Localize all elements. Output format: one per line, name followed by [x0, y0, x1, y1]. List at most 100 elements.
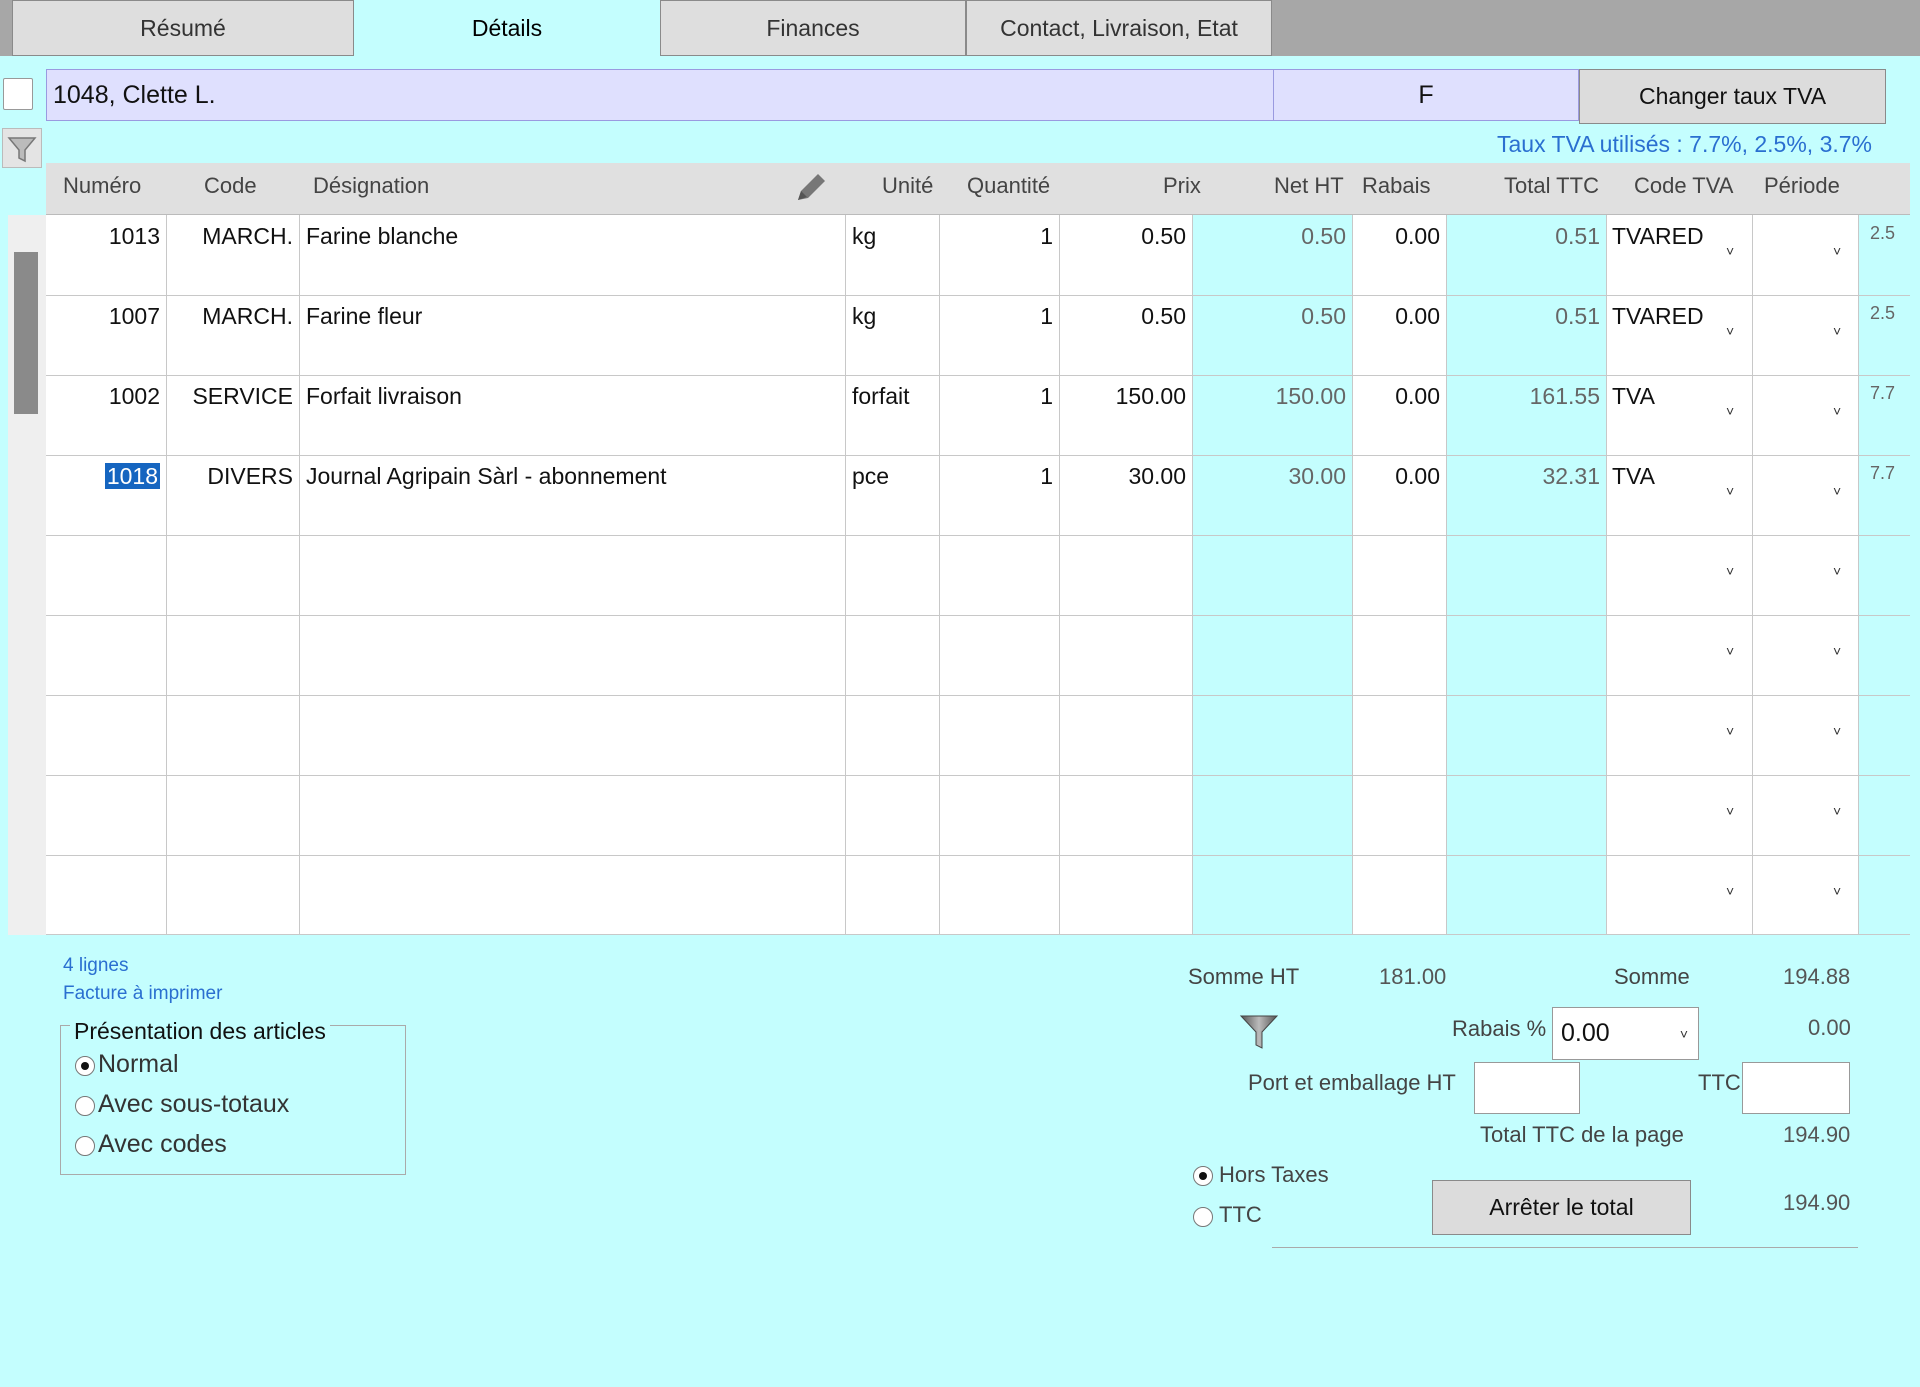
- tab-resume[interactable]: Résumé: [12, 0, 354, 56]
- port-label: Port et emballage HT: [1248, 1070, 1456, 1095]
- client-field[interactable]: 1048, Clette L.: [46, 69, 1274, 121]
- tab-contact[interactable]: Contact, Livraison, Etat: [966, 0, 1272, 56]
- somme-label: Somme: [1614, 964, 1690, 989]
- cell-quantite[interactable]: 1: [939, 303, 1053, 330]
- cell-rabais[interactable]: 0.00: [1352, 463, 1440, 490]
- col-total-ttc[interactable]: Total TTC: [1504, 173, 1599, 199]
- code-tva-dropdown[interactable]: ˅: [1726, 323, 1734, 339]
- cell-net-ht: 0.50: [1301, 223, 1346, 249]
- cell-code-tva[interactable]: TVARED: [1612, 223, 1704, 250]
- cell-prix[interactable]: 0.50: [1059, 303, 1186, 330]
- tab-label: Finances: [766, 14, 860, 41]
- radio-normal[interactable]: [75, 1056, 95, 1076]
- rabais-select[interactable]: 0.00 ˅: [1552, 1007, 1699, 1060]
- code-tva-dropdown[interactable]: ˅: [1726, 403, 1734, 419]
- radio-label[interactable]: Avec sous-totaux: [98, 1090, 289, 1119]
- periode-dropdown[interactable]: ˅: [1833, 643, 1841, 659]
- cell-code-tva[interactable]: TVARED: [1612, 303, 1704, 330]
- select-checkbox[interactable]: [3, 78, 33, 110]
- radio-label[interactable]: Normal: [98, 1050, 179, 1079]
- cell-numero[interactable]: 1018: [46, 463, 160, 490]
- cell-designation[interactable]: Farine fleur: [306, 303, 422, 330]
- cell-code[interactable]: MARCH.: [166, 223, 293, 250]
- cell-numero[interactable]: 1007: [46, 303, 160, 330]
- cell-numero[interactable]: 1002: [46, 383, 160, 410]
- periode-dropdown[interactable]: ˅: [1833, 403, 1841, 419]
- radio-label[interactable]: Avec codes: [98, 1130, 227, 1159]
- cell-code[interactable]: DIVERS: [166, 463, 293, 490]
- cell-code-tva[interactable]: TVA: [1612, 463, 1655, 490]
- stop-total-button[interactable]: Arrêter le total: [1432, 1180, 1691, 1235]
- funnel-icon[interactable]: [1237, 1010, 1281, 1054]
- cell-unite[interactable]: kg: [852, 303, 876, 330]
- cell-quantite[interactable]: 1: [939, 383, 1053, 410]
- col-quantite[interactable]: Quantité: [967, 173, 1050, 199]
- col-designation[interactable]: Désignation: [313, 173, 429, 199]
- radio-subtotals[interactable]: [75, 1096, 95, 1116]
- selected-text: 1018: [104, 463, 160, 489]
- cell-designation[interactable]: Farine blanche: [306, 223, 458, 250]
- ttc-input[interactable]: [1742, 1062, 1850, 1114]
- scrollbar-thumb[interactable]: [14, 252, 38, 414]
- filter-button[interactable]: [2, 128, 42, 168]
- col-net-ht[interactable]: Net HT: [1274, 173, 1344, 199]
- periode-dropdown[interactable]: ˅: [1833, 243, 1841, 259]
- cell-quantite[interactable]: 1: [939, 463, 1053, 490]
- cell-quantite[interactable]: 1: [939, 223, 1053, 250]
- periode-dropdown[interactable]: ˅: [1833, 323, 1841, 339]
- periode-dropdown[interactable]: ˅: [1833, 723, 1841, 739]
- cell-prix[interactable]: 150.00: [1059, 383, 1186, 410]
- tab-details[interactable]: Détails: [354, 0, 660, 60]
- periode-dropdown[interactable]: ˅: [1833, 483, 1841, 499]
- cell-prix[interactable]: 0.50: [1059, 223, 1186, 250]
- col-code[interactable]: Code: [204, 173, 257, 199]
- cell-unite[interactable]: forfait: [852, 383, 910, 410]
- radio-label[interactable]: Hors Taxes: [1219, 1162, 1329, 1188]
- periode-dropdown[interactable]: ˅: [1833, 563, 1841, 579]
- row-separator: [46, 615, 1910, 616]
- col-unite[interactable]: Unité: [882, 173, 933, 199]
- cell-rabais[interactable]: 0.00: [1352, 303, 1440, 330]
- periode-dropdown[interactable]: ˅: [1833, 803, 1841, 819]
- code-tva-dropdown[interactable]: ˅: [1726, 483, 1734, 499]
- document-type-field[interactable]: F: [1273, 69, 1579, 121]
- change-vat-button[interactable]: Changer taux TVA: [1579, 69, 1886, 124]
- cell-unite[interactable]: pce: [852, 463, 889, 490]
- code-tva-dropdown[interactable]: ˅: [1726, 883, 1734, 899]
- pencil-icon[interactable]: [792, 168, 832, 208]
- col-periode[interactable]: Période: [1764, 173, 1840, 199]
- code-tva-dropdown[interactable]: ˅: [1726, 243, 1734, 259]
- radio-hors-taxes[interactable]: [1193, 1166, 1213, 1186]
- code-tva-dropdown[interactable]: ˅: [1726, 563, 1734, 579]
- code-tva-dropdown[interactable]: ˅: [1726, 723, 1734, 739]
- col-numero[interactable]: Numéro: [63, 173, 141, 199]
- periode-dropdown[interactable]: ˅: [1833, 883, 1841, 899]
- cell-designation[interactable]: Journal Agripain Sàrl - abonnement: [306, 463, 667, 490]
- cell-rabais[interactable]: 0.00: [1352, 383, 1440, 410]
- cell-code[interactable]: MARCH.: [166, 303, 293, 330]
- code-tva-dropdown[interactable]: ˅: [1726, 803, 1734, 819]
- col-separator: [1752, 215, 1753, 935]
- tab-finances[interactable]: Finances: [660, 0, 966, 56]
- invoice-status[interactable]: Facture à imprimer: [63, 983, 222, 1005]
- radio-codes[interactable]: [75, 1136, 95, 1156]
- cell-rabais[interactable]: 0.00: [1352, 223, 1440, 250]
- code-tva-dropdown[interactable]: ˅: [1726, 643, 1734, 659]
- col-separator: [1858, 215, 1859, 935]
- somme-ht-value: 181.00: [1379, 964, 1447, 989]
- cell-numero[interactable]: 1013: [46, 223, 160, 250]
- tab-label: Contact, Livraison, Etat: [1000, 14, 1238, 41]
- cell-designation[interactable]: Forfait livraison: [306, 383, 462, 410]
- cell-total-ttc: 0.51: [1555, 303, 1600, 329]
- radio-label[interactable]: TTC: [1219, 1202, 1262, 1228]
- port-input[interactable]: [1474, 1062, 1580, 1114]
- col-prix[interactable]: Prix: [1163, 173, 1201, 199]
- cell-code[interactable]: SERVICE: [166, 383, 293, 410]
- col-code-tva[interactable]: Code TVA: [1634, 173, 1733, 199]
- cell-code-tva[interactable]: TVA: [1612, 383, 1655, 410]
- cell-prix[interactable]: 30.00: [1059, 463, 1186, 490]
- row-separator: [46, 934, 1910, 935]
- radio-ttc[interactable]: [1193, 1207, 1213, 1227]
- col-rabais[interactable]: Rabais: [1362, 173, 1430, 199]
- cell-unite[interactable]: kg: [852, 223, 876, 250]
